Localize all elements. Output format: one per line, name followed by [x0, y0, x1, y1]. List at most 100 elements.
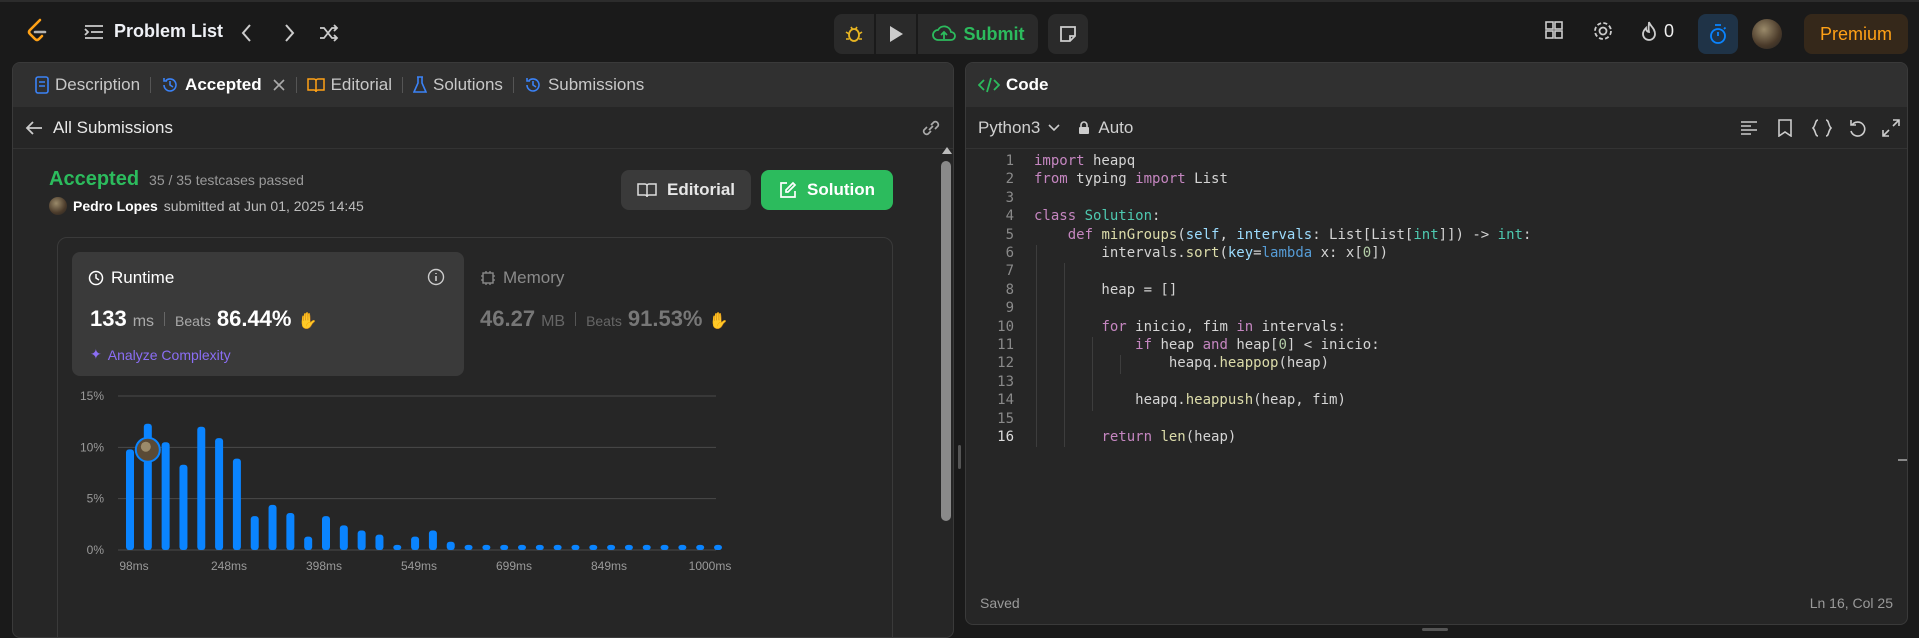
tab-submissions[interactable]: Submissions: [516, 75, 652, 95]
back-to-submissions-link[interactable]: All Submissions: [25, 118, 173, 138]
left-tab-bar: Description Accepted Editorial Solutions…: [13, 63, 953, 107]
histogram-bar: [179, 464, 188, 550]
line-number: 7: [1005, 263, 1014, 280]
back-label: All Submissions: [53, 117, 173, 137]
reset-icon[interactable]: [1848, 119, 1866, 137]
editorial-button[interactable]: Editorial: [621, 170, 751, 210]
line-number: 5: [1005, 226, 1014, 243]
close-icon[interactable]: [272, 78, 286, 92]
language-select[interactable]: Python3: [978, 118, 1060, 138]
histogram-bar: [322, 516, 330, 550]
debug-button[interactable]: [834, 14, 874, 54]
histogram-bar: [678, 544, 687, 550]
scroll-up-icon[interactable]: [941, 145, 953, 155]
code-line[interactable]: from typing import List: [1034, 171, 1228, 187]
scrollbar-thumb[interactable]: [941, 161, 951, 521]
divider: [402, 77, 403, 93]
shuffle-icon[interactable]: [318, 22, 340, 44]
braces-icon[interactable]: [1812, 119, 1832, 137]
code-line[interactable]: class Solution:: [1034, 208, 1160, 224]
tab-description-label: Description: [55, 75, 141, 94]
histogram-bar: [500, 544, 509, 550]
problem-list-link[interactable]: Problem List: [84, 21, 223, 42]
auto-label: Auto: [1098, 117, 1134, 137]
histogram-bar: [446, 541, 455, 550]
panel-resize-handle[interactable]: [954, 440, 964, 474]
beats-label: Beats: [175, 313, 211, 329]
top-bar: Problem List Submit 0 Premium: [0, 0, 1919, 62]
info-icon[interactable]: [427, 268, 445, 286]
code-tab-label[interactable]: Code: [1006, 75, 1049, 95]
submit-button[interactable]: Submit: [918, 14, 1038, 54]
lock-icon: [1079, 120, 1090, 134]
tab-description[interactable]: Description: [27, 75, 148, 95]
chip-icon: [481, 271, 495, 285]
bookmark-icon[interactable]: [1778, 119, 1792, 137]
histogram-bar: [553, 544, 562, 550]
x-tick-label: 849ms: [591, 559, 627, 573]
line-number: 12: [997, 355, 1014, 372]
timer-button[interactable]: [1698, 14, 1738, 54]
tab-editorial[interactable]: Editorial: [299, 75, 400, 95]
memory-value: 46.27: [480, 306, 536, 331]
analyze-complexity-label: Analyze Complexity: [107, 346, 231, 363]
memory-card[interactable]: Memory 46.27 MB Beats 91.53% ✋: [480, 252, 880, 376]
code-line[interactable]: heapq.heappop(heap): [1034, 355, 1329, 371]
code-line[interactable]: heapq.heappush(heap, fim): [1034, 392, 1346, 408]
next-problem-button[interactable]: [282, 22, 296, 44]
sparkle-icon: ✦: [90, 346, 102, 362]
histogram-bar: [696, 544, 705, 550]
x-tick-label: 1000ms: [689, 559, 732, 573]
divider: [164, 312, 166, 326]
left-scrollbar[interactable]: [941, 145, 953, 625]
expand-icon[interactable]: [1882, 119, 1900, 137]
histogram-bar: [393, 544, 402, 550]
code-line[interactable]: def minGroups(self, intervals: List[List…: [1034, 227, 1532, 243]
code-line[interactable]: intervals.sort(key=lambda x: x[0]): [1034, 245, 1388, 261]
auto-toggle[interactable]: Auto: [1078, 118, 1133, 138]
document-icon: [35, 76, 49, 94]
memory-title-label: Memory: [503, 268, 565, 287]
code-line[interactable]: for inicio, fim in intervals:: [1034, 319, 1345, 335]
memory-title: Memory: [480, 268, 564, 288]
runtime-card[interactable]: Runtime 133 ms Beats 86.44% ✋ ✦ Analyze …: [72, 252, 464, 376]
histogram-bar: [161, 442, 170, 550]
tab-solutions[interactable]: Solutions: [405, 75, 511, 95]
code-line[interactable]: import heapq: [1034, 153, 1135, 169]
stats-card: Runtime 133 ms Beats 86.44% ✋ ✦ Analyze …: [57, 237, 893, 637]
prev-problem-button[interactable]: [240, 22, 254, 44]
premium-button[interactable]: Premium: [1804, 14, 1908, 54]
streak-counter[interactable]: 0: [1640, 20, 1674, 42]
link-icon[interactable]: [921, 119, 941, 137]
histogram-bar: [428, 530, 437, 550]
tab-solutions-label: Solutions: [433, 75, 503, 94]
histogram-bar: [660, 544, 669, 550]
settings-gear-icon[interactable]: [1592, 20, 1614, 42]
bottom-resize-handle[interactable]: [1422, 628, 1448, 631]
indent-guide: [1092, 337, 1093, 411]
layout-icon[interactable]: [1544, 20, 1564, 40]
code-line[interactable]: heap = []: [1034, 282, 1177, 298]
notes-button[interactable]: [1048, 14, 1088, 54]
histogram-bar: [375, 534, 384, 550]
histogram-bar: [607, 544, 616, 550]
histogram-bar: [339, 525, 348, 550]
leetcode-logo-icon[interactable]: [26, 18, 48, 44]
tab-accepted[interactable]: Accepted: [153, 75, 294, 95]
divider: [150, 77, 152, 93]
solution-button[interactable]: Solution: [761, 170, 893, 210]
cursor-position: Ln 16, Col 25: [1809, 595, 1893, 611]
user-avatar[interactable]: [1752, 19, 1782, 49]
analyze-complexity-link[interactable]: ✦ Analyze Complexity: [90, 346, 231, 363]
run-button[interactable]: [876, 14, 916, 54]
chevron-down-icon: [1048, 123, 1060, 131]
runtime-distribution-chart[interactable]: 15% 10% 5% 0% 98ms 248ms 398ms 549ms 699ms 849ms 1…: [58, 388, 892, 608]
histogram-bar: [357, 530, 366, 550]
submitter-name[interactable]: Pedro Lopes: [73, 198, 158, 214]
line-number: 15: [997, 410, 1014, 427]
list-icon: [84, 24, 103, 39]
code-line[interactable]: if heap and heap[0] < inicio:: [1034, 337, 1379, 353]
line-number: 9: [1005, 300, 1014, 317]
format-icon[interactable]: [1740, 120, 1758, 136]
clap-icon: ✋: [708, 313, 729, 330]
